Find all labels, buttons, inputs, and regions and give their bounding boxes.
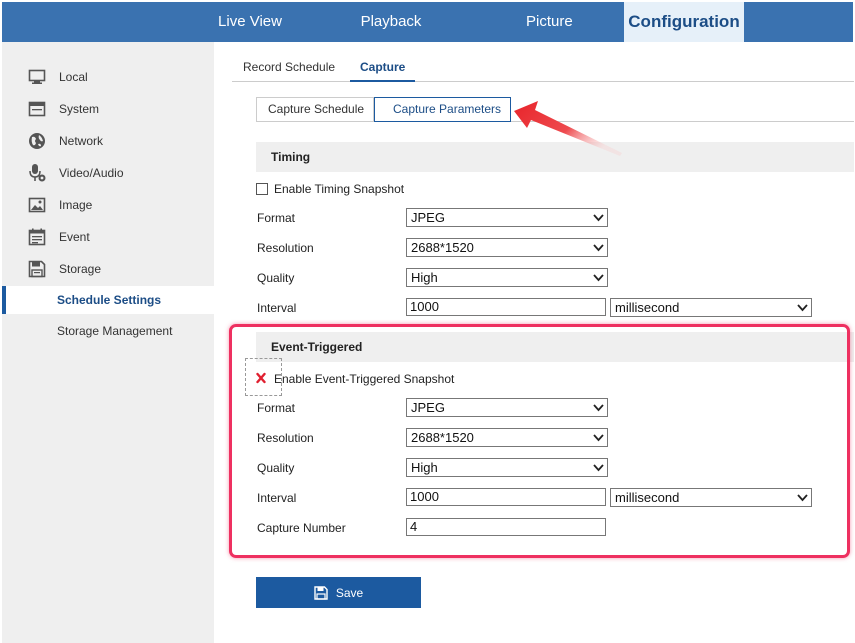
chevron-down-icon — [797, 304, 808, 312]
sidebar-item-label: Schedule Settings — [57, 293, 162, 307]
tab-capture[interactable]: Capture — [350, 54, 416, 82]
timing-resolution-label: Resolution — [257, 241, 314, 255]
enable-timing-snapshot-checkbox[interactable] — [256, 183, 268, 195]
sidebar-item-label: Storage — [59, 262, 102, 276]
event-capture-number-input[interactable]: 4 — [406, 518, 606, 536]
chevron-down-icon — [797, 494, 808, 502]
globe-icon — [28, 132, 46, 150]
event-interval-unit-value: millisecond — [615, 490, 680, 505]
event-quality-value: High — [411, 460, 438, 475]
top-navigation-bar: Live View Playback Picture Configuration — [2, 2, 853, 42]
monitor-icon — [28, 68, 46, 86]
sidebar-item-network[interactable]: Network — [2, 127, 214, 155]
subtab-capture-parameters[interactable]: Capture Parameters — [374, 97, 511, 122]
save-button-label: Save — [335, 585, 364, 600]
enable-event-snapshot-label: Enable Event-Triggered Snapshot — [274, 372, 455, 386]
chevron-down-icon — [593, 214, 604, 222]
sidebar: Local System Network Video/Audio Image E… — [2, 42, 214, 643]
enable-timing-snapshot-label: Enable Timing Snapshot — [274, 182, 405, 196]
sidebar-item-storage[interactable]: Storage — [2, 255, 214, 283]
timing-format-select[interactable]: JPEG — [406, 208, 608, 227]
subtab-capture-schedule[interactable]: Capture Schedule — [256, 97, 374, 122]
red-x-icon — [254, 371, 268, 385]
sidebar-item-label: Storage Management — [57, 324, 173, 338]
sidebar-item-video-audio[interactable]: Video/Audio — [2, 159, 214, 187]
save-button[interactable]: Save — [256, 577, 421, 608]
microphone-icon — [28, 164, 46, 182]
sidebar-item-local[interactable]: Local — [2, 63, 214, 91]
nav-live-view[interactable]: Live View — [216, 2, 284, 42]
sidebar-item-label: Image — [59, 198, 93, 212]
tab-record-schedule[interactable]: Record Schedule — [233, 54, 345, 82]
sidebar-item-label: System — [59, 102, 100, 116]
floppy-disk-icon — [28, 260, 46, 278]
sidebar-item-label: Network — [59, 134, 104, 148]
sidebar-item-label: Event — [59, 230, 90, 244]
section-header-event-triggered: Event-Triggered — [256, 332, 854, 362]
timing-quality-select[interactable]: High — [406, 268, 608, 287]
tab-bar: Record Schedule Capture — [232, 54, 854, 82]
timing-interval-label: Interval — [257, 301, 297, 315]
event-quality-select[interactable]: High — [406, 458, 608, 477]
enable-timing-snapshot-row: Enable Timing Snapshot — [256, 181, 404, 197]
image-icon — [28, 196, 46, 214]
event-interval-label: Interval — [257, 491, 297, 505]
timing-format-value: JPEG — [411, 210, 445, 225]
timing-interval-unit-select[interactable]: millisecond — [610, 298, 812, 317]
event-format-value: JPEG — [411, 400, 445, 415]
section-header-timing: Timing — [256, 142, 854, 172]
nav-playback[interactable]: Playback — [355, 2, 427, 42]
timing-interval-input[interactable]: 1000 — [406, 298, 606, 316]
event-resolution-label: Resolution — [257, 431, 314, 445]
sidebar-item-label: Local — [59, 70, 88, 84]
sidebar-item-storage-management[interactable]: Storage Management — [2, 317, 214, 345]
sidebar-item-event[interactable]: Event — [2, 223, 214, 251]
chevron-down-icon — [593, 404, 604, 412]
sidebar-item-label: Video/Audio — [59, 166, 124, 180]
event-interval-input[interactable]: 1000 — [406, 488, 606, 506]
event-capture-number-label: Capture Number — [257, 521, 346, 535]
sidebar-item-schedule-settings[interactable]: Schedule Settings — [2, 286, 214, 314]
event-format-label: Format — [257, 401, 296, 415]
event-resolution-value: 2688*1520 — [411, 430, 474, 445]
nav-picture[interactable]: Picture — [526, 2, 573, 42]
event-interval-unit-select[interactable]: millisecond — [610, 488, 812, 507]
top-nav: Live View Playback Picture Configuration — [216, 2, 744, 42]
event-quality-label: Quality — [257, 461, 295, 475]
sidebar-item-image[interactable]: Image — [2, 191, 214, 219]
event-format-select[interactable]: JPEG — [406, 398, 608, 417]
chevron-down-icon — [593, 434, 604, 442]
chevron-down-icon — [593, 274, 604, 282]
chevron-down-icon — [593, 464, 604, 472]
chevron-down-icon — [593, 244, 604, 252]
timing-resolution-select[interactable]: 2688*1520 — [406, 238, 608, 257]
event-resolution-select[interactable]: 2688*1520 — [406, 428, 608, 447]
enable-event-snapshot-row: Enable Event-Triggered Snapshot — [256, 371, 454, 387]
timing-format-label: Format — [257, 211, 296, 225]
nav-configuration[interactable]: Configuration — [624, 2, 744, 42]
floppy-disk-icon — [314, 585, 328, 600]
timing-quality-label: Quality — [257, 271, 295, 285]
system-window-icon — [28, 100, 46, 118]
timing-resolution-value: 2688*1520 — [411, 240, 474, 255]
timing-interval-unit-value: millisecond — [615, 300, 680, 315]
timing-quality-value: High — [411, 270, 438, 285]
calendar-icon — [28, 228, 46, 246]
sidebar-item-system[interactable]: System — [2, 95, 214, 123]
